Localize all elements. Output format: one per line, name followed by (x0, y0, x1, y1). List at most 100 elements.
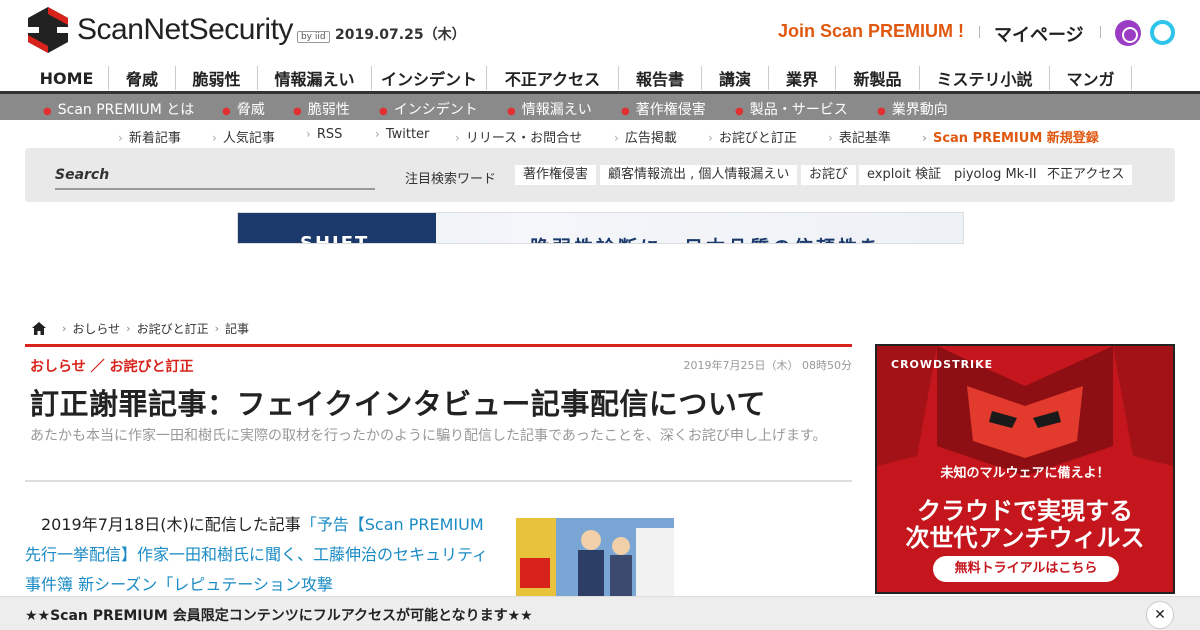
join-premium-link[interactable]: Join Scan PREMIUM ! (778, 21, 964, 42)
chevron-right-icon: › (118, 131, 123, 145)
subnav-label: 著作権侵害 (635, 102, 706, 118)
banner-brand: SHIFT (300, 233, 370, 244)
nav-lecture[interactable]: 講演 (702, 66, 769, 90)
premium-register-link[interactable]: › Scan PREMIUM 新規登録 (922, 127, 1099, 146)
subnav-item[interactable]: ● 脅威 (222, 99, 265, 119)
nav-threat[interactable]: 脅威 (109, 66, 176, 90)
sub-nav: ● Scan PREMIUM とは ● 脅威 ● 脆弱性 ● インシデント ● 情報漏えい… (0, 94, 1200, 120)
ad-headline-2: 次世代アンチウィルス (905, 524, 1145, 552)
chevron-right-icon: › (828, 131, 833, 145)
subnav-label: Scan PREMIUM とは (57, 102, 195, 118)
trend-tag[interactable]: exploit 検証 (859, 165, 950, 185)
util-label: リリース・お問合せ (465, 131, 583, 146)
util-link[interactable]: › RSS (306, 127, 342, 142)
site-logo[interactable]: ScanNetSecurity by iid (25, 5, 330, 55)
subnav-label: 製品・サービス (749, 102, 848, 118)
banner-dark-panel: SHIFT (238, 213, 436, 244)
subnav-item[interactable]: ● 脆弱性 (293, 99, 350, 119)
article-thumbnail[interactable] (516, 518, 674, 596)
util-link[interactable]: › 表記基準 (828, 127, 891, 146)
util-link[interactable]: › リリース・お問合せ (455, 127, 582, 146)
util-label: 表記基準 (838, 131, 891, 146)
chevron-right-icon: › (306, 127, 311, 141)
breadcrumb-separator: › (126, 321, 131, 335)
article-title: 訂正謝罪記事：フェイクインタビュー記事配信について (30, 389, 767, 421)
bullet-icon: ● (507, 106, 516, 117)
subnav-item[interactable]: ● 著作権侵害 (621, 99, 706, 119)
nav-unauthorized-access[interactable]: 不正アクセス (487, 66, 619, 90)
util-label: Twitter (385, 127, 430, 142)
trend-tag[interactable]: piyolog Mk-II (946, 165, 1045, 185)
bullet-icon: ● (222, 106, 231, 117)
main-nav: HOME 脅威 脆弱性 情報漏えい インシデント 不正アクセス 報告書 講演 業… (25, 62, 1175, 96)
trend-label: 注目検索ワード (405, 172, 497, 187)
article-category[interactable]: おしらせ ／ お詫びと訂正 (30, 356, 193, 376)
ad-cta-button[interactable]: 無料トライアルはこちら (933, 556, 1119, 582)
nav-incident[interactable]: インシデント (372, 66, 487, 90)
trend-tag[interactable]: 不正アクセス (1039, 165, 1133, 185)
nav-new-products[interactable]: 新製品 (836, 66, 920, 90)
close-icon[interactable]: ✕ (1146, 601, 1174, 629)
home-icon[interactable] (32, 321, 46, 335)
sidebar-ad[interactable]: CROWDSTRIKE 未知のマルウェアに備えよ！ クラウドで実現する 次世代ア… (875, 344, 1175, 594)
podcast-icon[interactable] (1115, 20, 1141, 46)
util-label: お詫びと訂正 (718, 131, 797, 146)
article-lead: あたかも本当に作家一田和樹氏に実際の取材を行ったかのように騙り配信した記事であっ… (30, 428, 827, 444)
site-header: ScanNetSecurity by iid 2019.07.25（木） Joi… (0, 0, 1200, 62)
util-link[interactable]: › 新着記事 (118, 127, 181, 146)
util-link[interactable]: › お詫びと訂正 (708, 127, 797, 146)
nav-home[interactable]: HOME (25, 66, 109, 96)
article-body: 2019年7月18日(木)に配信した記事「予告【Scan PREMIUM 先行一… (25, 510, 495, 600)
breadcrumb-separator: › (214, 321, 219, 335)
trend-tag[interactable]: 顧客情報流出 , 個人情報漏えい (600, 165, 798, 185)
banner-text: 脆弱性診断に 日本品質の信頼性を (530, 233, 882, 243)
util-link[interactable]: › 人気記事 (212, 127, 275, 146)
util-label: RSS (316, 127, 343, 142)
mypage-link[interactable]: マイページ (994, 21, 1084, 47)
divider (1100, 26, 1101, 38)
top-banner-ad[interactable]: SHIFT 脆弱性診断に 日本品質の信頼性を (237, 212, 964, 244)
logo-mark-icon (28, 7, 68, 53)
ad-brand: CROWDSTRIKE (891, 358, 994, 371)
trend-tag[interactable]: お詫び (801, 165, 857, 185)
nav-manga[interactable]: マンガ (1050, 66, 1132, 90)
alexa-icon[interactable] (1150, 20, 1175, 45)
breadcrumb-item[interactable]: お詫びと訂正 (137, 320, 209, 337)
chevron-right-icon: › (455, 131, 460, 145)
subnav-item[interactable]: ● 製品・サービス (735, 99, 848, 119)
bullet-icon: ● (877, 106, 886, 117)
logo-text: ScanNetSecurity (77, 13, 293, 46)
breadcrumb: › おしらせ › お詫びと訂正 › 記事 (32, 320, 249, 336)
trend-tag[interactable]: 著作権侵害 (515, 165, 597, 185)
bullet-icon: ● (293, 106, 302, 117)
subnav-item[interactable]: ● 業界動向 (877, 99, 948, 119)
divider (25, 480, 852, 482)
nav-leak[interactable]: 情報漏えい (258, 66, 372, 90)
nav-vulnerability[interactable]: 脆弱性 (176, 66, 258, 90)
chevron-right-icon: › (708, 131, 713, 145)
nav-mystery-novel[interactable]: ミステリ小説 (920, 66, 1050, 90)
bullet-icon: ● (379, 106, 388, 117)
logo-by-text: by iid (296, 31, 330, 43)
util-label: 新着記事 (128, 131, 181, 146)
subnav-label: 脆弱性 (307, 102, 350, 118)
premium-bar-text: ★★Scan PREMIUM 会員限定コンテンツにフルアクセスが可能となります★… (25, 608, 533, 624)
util-link[interactable]: › 広告掲載 (614, 127, 677, 146)
breadcrumb-item[interactable]: おしらせ (72, 320, 120, 337)
body-text: 2019年7月18日(木)に配信した記事 (25, 515, 301, 534)
bullet-icon: ● (735, 106, 744, 117)
chevron-right-icon: › (614, 131, 619, 145)
chevron-right-icon: › (375, 127, 380, 141)
subnav-item[interactable]: ● インシデント (379, 99, 478, 119)
search-area: 注目検索ワード 著作権侵害 顧客情報流出 , 個人情報漏えい お詫び explo… (25, 148, 1175, 202)
subnav-label: 情報漏えい (521, 102, 592, 118)
divider (979, 26, 980, 38)
subnav-item[interactable]: ● 情報漏えい (507, 99, 592, 119)
search-input[interactable] (55, 162, 375, 190)
nav-industry[interactable]: 業界 (769, 66, 836, 90)
premium-bottom-bar[interactable]: ★★Scan PREMIUM 会員限定コンテンツにフルアクセスが可能となります★… (0, 596, 1200, 630)
subnav-item[interactable]: ● Scan PREMIUM とは (43, 99, 194, 119)
utility-nav: › 新着記事 › 人気記事 › RSS › Twitter › リリース・お問合せ › 広告… (0, 122, 1200, 146)
nav-report[interactable]: 報告書 (619, 66, 702, 90)
util-link[interactable]: › Twitter (375, 127, 429, 142)
